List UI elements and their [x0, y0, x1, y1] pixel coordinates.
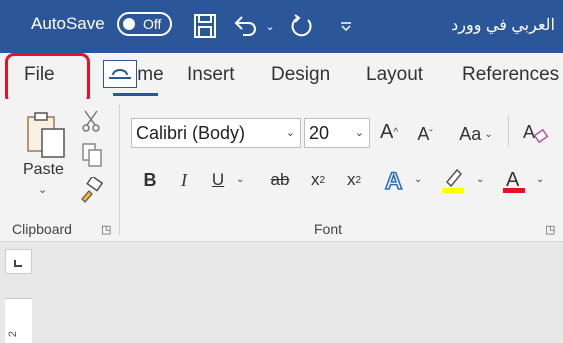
- redo-icon[interactable]: [286, 10, 318, 42]
- underline-button[interactable]: U: [207, 167, 229, 193]
- grow-font-icon[interactable]: A ^: [376, 116, 402, 148]
- subscript-marker: 2: [319, 174, 326, 186]
- vertical-ruler-number: 2: [7, 330, 20, 338]
- font-size-value: 20: [309, 123, 330, 143]
- svg-text:A: A: [523, 122, 535, 142]
- overlay-icon: [103, 60, 137, 88]
- chevron-down-icon: ⌄: [484, 128, 493, 140]
- format-painter-icon[interactable]: [78, 176, 104, 204]
- undo-icon[interactable]: [230, 10, 262, 42]
- font-color-icon[interactable]: A: [500, 165, 528, 195]
- divider: [508, 115, 509, 147]
- highlighter-icon[interactable]: [438, 165, 468, 195]
- svg-text:A: A: [506, 169, 520, 191]
- italic-button[interactable]: I: [174, 167, 194, 193]
- tab-design[interactable]: Design: [271, 64, 330, 86]
- change-case-label: Aa: [459, 123, 482, 144]
- strikethrough-button[interactable]: ab: [266, 167, 294, 193]
- svg-text:A: A: [385, 168, 402, 194]
- customize-qat-icon[interactable]: [336, 10, 356, 42]
- clear-formatting-icon[interactable]: A: [520, 116, 550, 148]
- toggle-knob: [123, 18, 135, 30]
- superscript-label: x: [346, 170, 356, 189]
- chevron-down-icon: ⌄: [354, 127, 364, 139]
- highlighter-dropdown-icon[interactable]: ⌄: [476, 174, 484, 185]
- undo-dropdown-icon[interactable]: ⌄: [263, 10, 277, 42]
- file-tab-highlight: [5, 53, 90, 105]
- font-group-label: Font: [314, 221, 343, 237]
- bold-button[interactable]: B: [140, 167, 160, 193]
- title-bar: AutoSave Off ⌄ العربي في وورد: [0, 0, 563, 53]
- font-family-combo[interactable]: Calibri (Body) ⌄: [131, 118, 301, 148]
- clipboard-group-label: Clipboard: [12, 221, 72, 237]
- shrink-font-icon[interactable]: Aˇ: [412, 118, 438, 150]
- paste-icon[interactable]: [24, 110, 68, 160]
- autosave-label: AutoSave: [31, 14, 105, 33]
- underline-dropdown-icon[interactable]: ⌄: [236, 174, 244, 185]
- cut-icon[interactable]: [80, 108, 102, 134]
- autosave-state: Off: [143, 16, 162, 32]
- font-launcher-icon[interactable]: ◳: [545, 223, 555, 236]
- clipboard-launcher-icon[interactable]: ◳: [101, 223, 111, 236]
- group-divider: [119, 105, 120, 235]
- tab-insert[interactable]: Insert: [187, 64, 235, 86]
- font-color-dropdown-icon[interactable]: ⌄: [536, 174, 544, 185]
- paste-dropdown-icon[interactable]: ⌄: [38, 183, 47, 196]
- chevron-down-icon: ⌄: [285, 127, 295, 139]
- tab-layout[interactable]: Layout: [366, 64, 423, 86]
- change-case-button[interactable]: Aa ⌄: [455, 118, 497, 150]
- copy-icon[interactable]: [80, 141, 104, 169]
- text-effects-icon[interactable]: A: [383, 165, 409, 195]
- autosave-toggle[interactable]: Off: [117, 12, 172, 36]
- tab-selector[interactable]: [5, 249, 32, 274]
- text-effects-dropdown-icon[interactable]: ⌄: [414, 174, 422, 185]
- paste-label[interactable]: Paste: [23, 161, 64, 179]
- save-icon[interactable]: [191, 10, 219, 42]
- superscript-marker: 2: [355, 174, 362, 186]
- subscript-button[interactable]: x2: [306, 167, 330, 193]
- font-size-combo[interactable]: 20 ⌄: [304, 118, 370, 148]
- subscript-label: x: [310, 170, 320, 189]
- font-family-value: Calibri (Body): [136, 123, 246, 143]
- active-tab-indicator: [113, 93, 158, 96]
- document-area: [0, 243, 563, 343]
- document-title: العربي في وورد: [451, 17, 555, 34]
- superscript-button[interactable]: x2: [342, 167, 366, 193]
- tab-references[interactable]: References: [462, 64, 559, 86]
